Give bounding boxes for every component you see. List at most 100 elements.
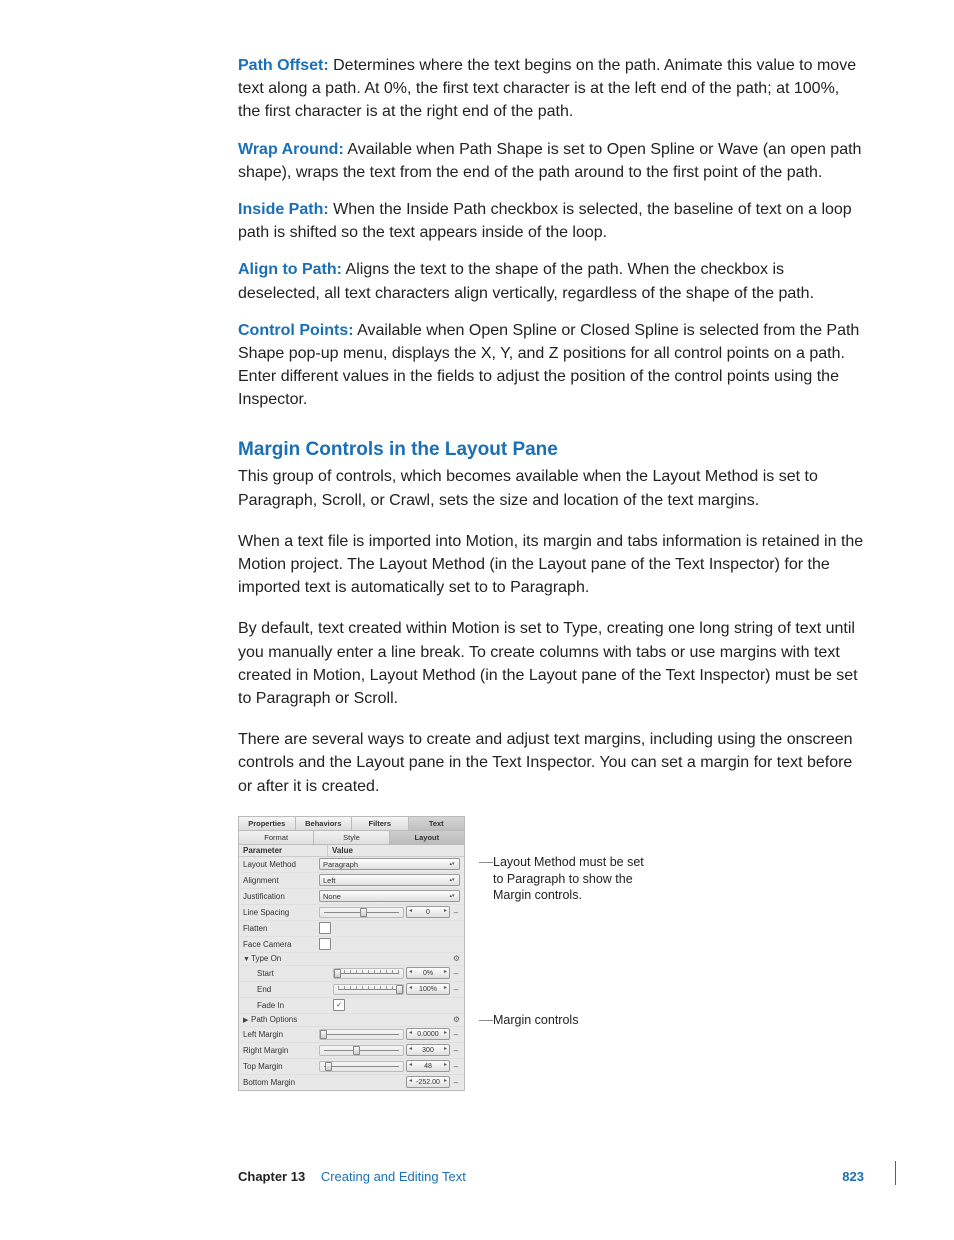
- checkbox-fade-in[interactable]: ✓: [333, 999, 345, 1011]
- value-line-spacing[interactable]: ◂0▸: [406, 906, 450, 918]
- slider-top-margin[interactable]: [319, 1061, 404, 1072]
- label-face-camera: Face Camera: [243, 940, 319, 949]
- subtab-format[interactable]: Format: [239, 831, 314, 844]
- row-start: Start ◂0%▸ –: [239, 966, 464, 982]
- dropdown-alignment[interactable]: Left ▴▾: [319, 874, 460, 886]
- page-footer: Chapter 13 Creating and Editing Text 823: [238, 1169, 864, 1184]
- value-top-margin[interactable]: ◂48▸: [406, 1060, 450, 1072]
- row-end: End ◂100%▸ –: [239, 982, 464, 998]
- slider-end[interactable]: [333, 984, 404, 995]
- header-value: Value: [328, 845, 464, 856]
- label-justification: Justification: [243, 892, 319, 901]
- def-text: Determines where the text begins on the …: [238, 57, 856, 120]
- def-text: When the Inside Path checkbox is selecte…: [238, 201, 852, 241]
- def-control-points: Control Points: Available when Open Spli…: [238, 319, 864, 412]
- row-bottom-margin: Bottom Margin ◂-252.00▸ –: [239, 1075, 464, 1090]
- reset-icon[interactable]: –: [452, 985, 460, 994]
- reset-icon[interactable]: –: [452, 1046, 460, 1055]
- reset-icon[interactable]: –: [452, 1078, 460, 1087]
- label-layout-method: Layout Method: [243, 860, 319, 869]
- def-path-offset: Path Offset: Determines where the text b…: [238, 54, 864, 124]
- value-right-margin[interactable]: ◂300▸: [406, 1044, 450, 1056]
- row-left-margin: Left Margin ◂0.0000▸ –: [239, 1027, 464, 1043]
- def-label: Inside Path:: [238, 201, 329, 218]
- tab-text[interactable]: Text: [409, 817, 465, 830]
- value-bottom-margin[interactable]: ◂-252.00▸: [406, 1076, 450, 1088]
- def-align-to-path: Align to Path: Aligns the text to the sh…: [238, 258, 864, 304]
- def-label: Align to Path:: [238, 261, 342, 278]
- label-bottom-margin: Bottom Margin: [243, 1078, 319, 1087]
- def-wrap-around: Wrap Around: Available when Path Shape i…: [238, 138, 864, 184]
- dropdown-value: Left: [323, 876, 336, 885]
- label-start: Start: [243, 969, 333, 978]
- label-fade-in: Fade In: [243, 1001, 333, 1010]
- header-parameter: Parameter: [239, 845, 328, 856]
- label-type-on: Type On: [251, 954, 281, 963]
- row-top-margin: Top Margin ◂48▸ –: [239, 1059, 464, 1075]
- row-path-options: ▶Path Options ⚙: [239, 1014, 464, 1027]
- body-paragraph: When a text file is imported into Motion…: [238, 530, 864, 600]
- tab-properties[interactable]: Properties: [239, 817, 296, 830]
- label-left-margin: Left Margin: [243, 1030, 319, 1039]
- checkbox-flatten[interactable]: [319, 922, 331, 934]
- body-paragraph: There are several ways to create and adj…: [238, 728, 864, 798]
- value-start[interactable]: ◂0%▸: [406, 967, 450, 979]
- row-right-margin: Right Margin ◂300▸ –: [239, 1043, 464, 1059]
- subtab-style[interactable]: Style: [314, 831, 389, 844]
- gear-icon[interactable]: ⚙: [450, 1015, 460, 1024]
- reset-icon[interactable]: –: [452, 1062, 460, 1071]
- tab-filters[interactable]: Filters: [352, 817, 409, 830]
- label-end: End: [243, 985, 333, 994]
- callout-line: [479, 1020, 493, 1021]
- row-fade-in: Fade In ✓: [239, 998, 464, 1014]
- reset-icon[interactable]: –: [452, 908, 460, 917]
- row-layout-method: Layout Method Paragraph ▴▾: [239, 857, 464, 873]
- slider-left-margin[interactable]: [319, 1029, 404, 1040]
- body-paragraph: This group of controls, which becomes av…: [238, 465, 864, 511]
- callout-line: [479, 862, 493, 863]
- label-top-margin: Top Margin: [243, 1062, 319, 1071]
- dropdown-value: None: [323, 892, 341, 901]
- slider-start[interactable]: [333, 968, 404, 979]
- chevron-updown-icon: ▴▾: [448, 878, 456, 882]
- label-flatten: Flatten: [243, 924, 319, 933]
- footer-divider: [895, 1161, 896, 1185]
- inspector-top-tabs: Properties Behaviors Filters Text: [239, 817, 464, 831]
- row-justification: Justification None ▴▾: [239, 889, 464, 905]
- slider-right-margin[interactable]: [319, 1045, 404, 1056]
- def-label: Control Points:: [238, 322, 354, 339]
- def-inside-path: Inside Path: When the Inside Path checkb…: [238, 198, 864, 244]
- label-line-spacing: Line Spacing: [243, 908, 319, 917]
- label-right-margin: Right Margin: [243, 1046, 319, 1055]
- dropdown-layout-method[interactable]: Paragraph ▴▾: [319, 858, 460, 870]
- footer-title: Creating and Editing Text: [321, 1169, 466, 1184]
- reset-icon[interactable]: –: [452, 969, 460, 978]
- row-face-camera: Face Camera: [239, 937, 464, 953]
- value-left-margin[interactable]: ◂0.0000▸: [406, 1028, 450, 1040]
- label-path-options: Path Options: [251, 1015, 297, 1024]
- callout-margin-controls: Margin controls: [493, 1012, 578, 1029]
- gear-icon[interactable]: ⚙: [450, 954, 460, 963]
- inspector-sub-tabs: Format Style Layout: [239, 831, 464, 845]
- subtab-layout[interactable]: Layout: [390, 831, 464, 844]
- disclosure-icon[interactable]: ▶: [243, 1016, 251, 1024]
- footer-page-number: 823: [842, 1169, 864, 1184]
- def-label: Path Offset:: [238, 57, 329, 74]
- checkbox-face-camera[interactable]: [319, 938, 331, 950]
- section-heading: Margin Controls in the Layout Pane: [238, 439, 864, 461]
- value-end[interactable]: ◂100%▸: [406, 983, 450, 995]
- row-flatten: Flatten: [239, 921, 464, 937]
- slider-line-spacing[interactable]: [319, 907, 404, 918]
- reset-icon[interactable]: –: [452, 1030, 460, 1039]
- row-alignment: Alignment Left ▴▾: [239, 873, 464, 889]
- chevron-updown-icon: ▴▾: [448, 894, 456, 898]
- dropdown-justification[interactable]: None ▴▾: [319, 890, 460, 902]
- callouts: Layout Method must be set to Paragraph t…: [479, 816, 653, 1030]
- callout-layout-method: Layout Method must be set to Paragraph t…: [493, 854, 653, 905]
- row-line-spacing: Line Spacing ◂0▸ –: [239, 905, 464, 921]
- tab-behaviors[interactable]: Behaviors: [296, 817, 353, 830]
- disclosure-icon[interactable]: ▼: [243, 956, 251, 963]
- row-type-on: ▼Type On ⚙: [239, 953, 464, 966]
- chevron-updown-icon: ▴▾: [448, 862, 456, 866]
- inspector-panel: Properties Behaviors Filters Text Format…: [238, 816, 465, 1091]
